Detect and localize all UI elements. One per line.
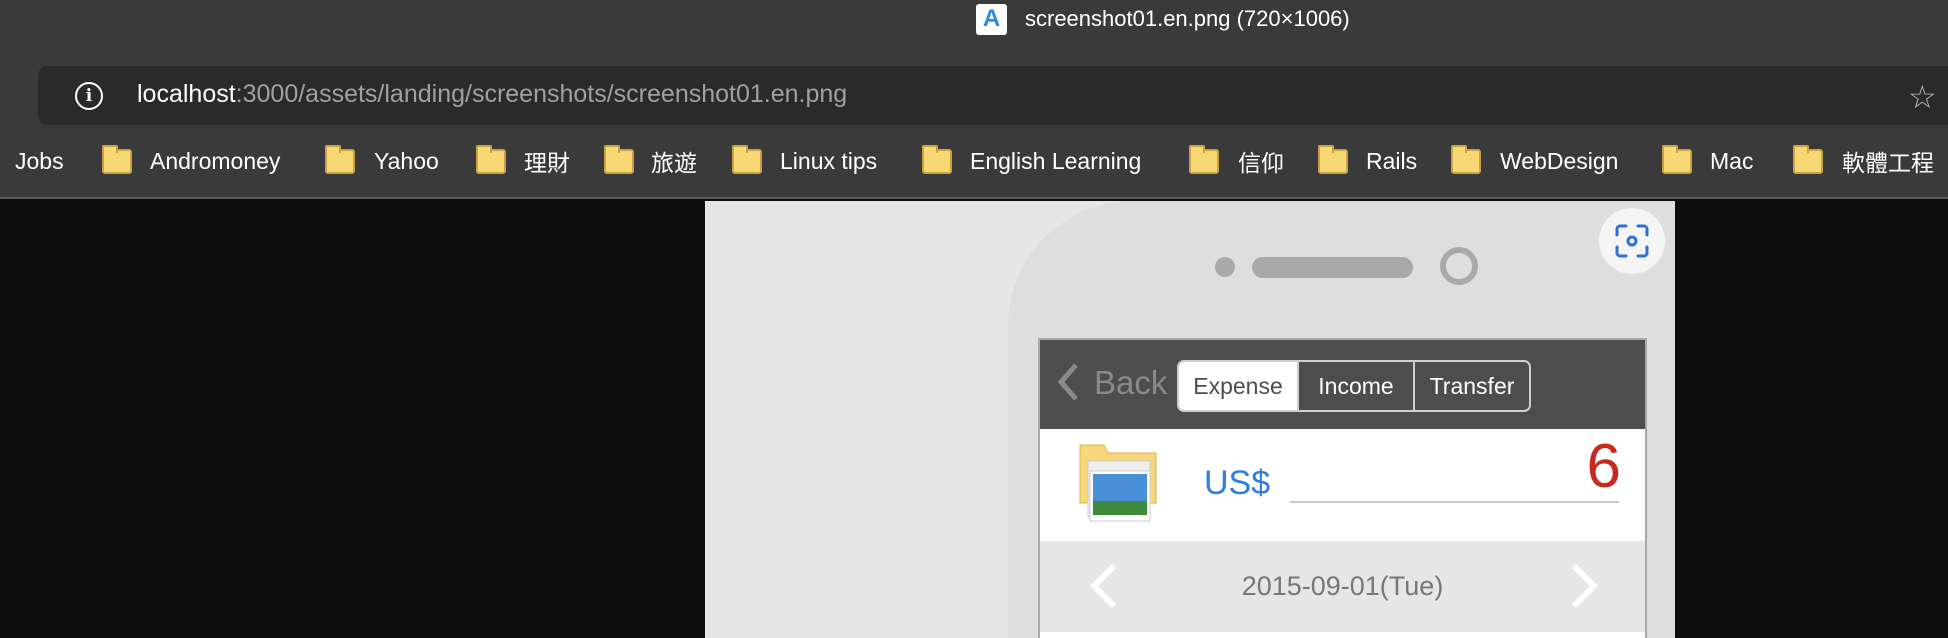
date-label[interactable]: 2015-09-01(Tue) bbox=[1040, 571, 1645, 602]
image-viewer-icon: A bbox=[976, 3, 1007, 35]
category-folder-icon[interactable] bbox=[1078, 443, 1160, 525]
url-path: :3000/assets/landing/screenshots/screens… bbox=[235, 80, 848, 108]
phone-speaker bbox=[1252, 257, 1413, 278]
phone-camera bbox=[1215, 257, 1235, 277]
bookmark-mac[interactable]: Mac bbox=[1710, 146, 1753, 176]
bookmark-andromoney[interactable]: Andromoney bbox=[150, 146, 280, 176]
amount-field[interactable]: 6 bbox=[1587, 431, 1621, 502]
url-host: localhost bbox=[137, 80, 236, 108]
tab-income[interactable]: Income bbox=[1297, 362, 1413, 410]
lens-icon bbox=[1615, 224, 1649, 258]
visual-search-button[interactable] bbox=[1599, 208, 1665, 274]
bookmark-star-icon[interactable]: ☆ bbox=[1908, 78, 1937, 116]
bookmark-yahoo[interactable]: Yahoo bbox=[374, 146, 439, 176]
folder-icon bbox=[476, 145, 506, 174]
type-segmented-control: Expense Income Transfer bbox=[1177, 360, 1531, 412]
back-button[interactable]: Back bbox=[1094, 364, 1167, 402]
tab-expense[interactable]: Expense bbox=[1179, 362, 1297, 410]
bookmark-faith[interactable]: 信仰 bbox=[1238, 146, 1284, 176]
next-date-icon[interactable] bbox=[1570, 563, 1600, 609]
folder-icon bbox=[102, 145, 132, 174]
amount-underline bbox=[1290, 501, 1619, 503]
date-row: 2015-09-01(Tue) bbox=[1040, 541, 1645, 632]
folder-icon bbox=[1793, 145, 1823, 174]
browser-chrome: A screenshot01.en.png (720×1006) i local… bbox=[0, 0, 1948, 199]
folder-icon bbox=[1662, 145, 1692, 174]
url-text[interactable]: localhost:3000/assets/landing/screenshot… bbox=[137, 80, 847, 109]
bookmark-webdesign[interactable]: WebDesign bbox=[1500, 146, 1618, 176]
currency-selector[interactable]: US$ bbox=[1204, 464, 1270, 503]
phone-sensor bbox=[1440, 247, 1478, 285]
bookmark-english-learning[interactable]: English Learning bbox=[970, 146, 1141, 176]
bookmark-linux-tips[interactable]: Linux tips bbox=[780, 146, 877, 176]
folder-icon bbox=[1451, 145, 1481, 174]
folder-icon bbox=[325, 145, 355, 174]
app-header: Back Expense Income Transfer bbox=[1040, 340, 1645, 429]
tab-title-text: screenshot01.en.png (720×1006) bbox=[1025, 6, 1350, 31]
bookmark-rails[interactable]: Rails bbox=[1366, 146, 1417, 176]
bookmark-finance[interactable]: 理財 bbox=[524, 146, 570, 176]
tab-title[interactable]: A screenshot01.en.png (720×1006) bbox=[976, 3, 1350, 35]
bookmark-travel[interactable]: 旅遊 bbox=[651, 146, 697, 176]
folder-icon bbox=[732, 145, 762, 174]
tab-transfer[interactable]: Transfer bbox=[1413, 362, 1529, 410]
folder-icon bbox=[604, 145, 634, 174]
folder-icon bbox=[922, 145, 952, 174]
bookmark-jobs[interactable]: Jobs bbox=[15, 146, 64, 176]
folder-icon bbox=[1318, 145, 1348, 174]
next-row bbox=[1040, 632, 1645, 638]
app-screen: Back Expense Income Transfer US$ 6 2015-… bbox=[1038, 338, 1647, 638]
folder-icon bbox=[1189, 145, 1219, 174]
amount-row: US$ 6 bbox=[1040, 429, 1645, 541]
image-viewport: Back Expense Income Transfer US$ 6 2015-… bbox=[705, 201, 1675, 638]
chevron-left-icon[interactable] bbox=[1056, 362, 1080, 402]
bookmark-software-engineering[interactable]: 軟體工程 bbox=[1842, 146, 1934, 176]
info-icon[interactable]: i bbox=[75, 82, 103, 110]
